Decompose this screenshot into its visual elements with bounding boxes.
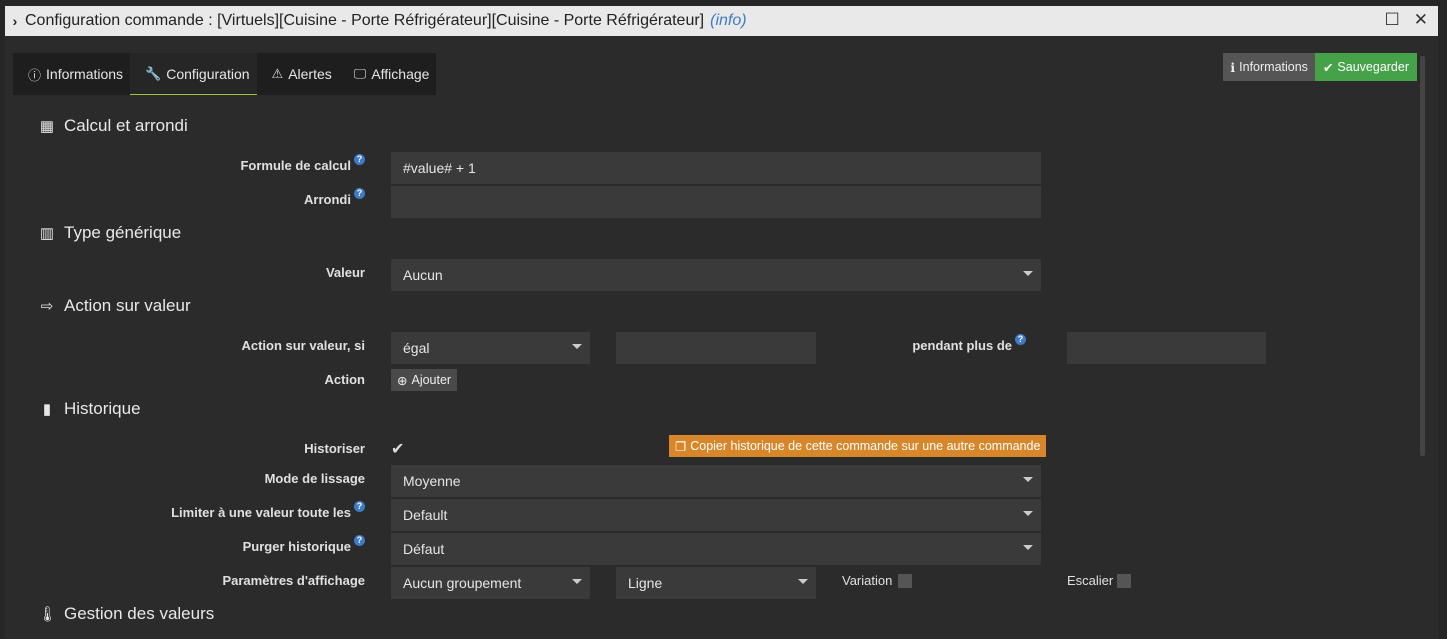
add-action-button[interactable]: ⊕ Ajouter <box>391 369 458 391</box>
tab-informations[interactable]: ⓘ Informations <box>13 53 130 95</box>
wrench-icon: 🔧 <box>145 65 162 81</box>
valeur-select[interactable]: Aucun <box>391 259 1041 291</box>
lissage-select[interactable]: Moyenne <box>391 465 1041 497</box>
plus-circle-icon: ⊕ <box>397 373 408 388</box>
scrollbar[interactable] <box>1420 56 1425 456</box>
section-type: ▥ Type générique <box>39 223 182 242</box>
formule-label: Formule de calcul? <box>155 154 365 173</box>
variation-label: Variation <box>842 573 893 588</box>
informations-button[interactable]: ℹ Informations <box>1223 53 1315 81</box>
tab-affichage[interactable]: 🖵 Affichage <box>339 53 437 95</box>
info-tag: (info) <box>710 12 747 29</box>
tab-bar: ⓘ Informations 🔧 Configuration ⚠ Alertes 🖵 A… <box>13 53 437 95</box>
section-gestion: 🌡 Gestion des valeurs <box>38 604 215 623</box>
close-icon[interactable]: ✕ <box>1414 10 1428 30</box>
purger-select[interactable]: Défaut <box>391 533 1041 565</box>
sign-out-icon: ⇨ <box>40 298 54 315</box>
groupement-select[interactable]: Aucun groupement <box>391 567 590 599</box>
pendant-label: pendant plus de? <box>865 334 1026 353</box>
action-label: Action <box>324 372 365 387</box>
arrondi-label: Arrondi? <box>155 188 365 207</box>
chevron-icon[interactable]: › <box>5 13 25 29</box>
lissage-label: Mode de lissage <box>264 471 365 486</box>
copy-icon: ❐ <box>675 439 687 454</box>
help-icon[interactable]: ? <box>354 501 365 512</box>
caret-down-icon <box>1023 271 1033 276</box>
caret-down-icon <box>572 344 582 349</box>
tab-alertes[interactable]: ⚠ Alertes <box>257 53 339 95</box>
action-si-select[interactable]: égal <box>391 332 590 364</box>
section-action: ⇨ Action sur valeur <box>38 296 191 316</box>
monitor-icon: 🖵 <box>353 66 367 81</box>
building-icon: ▥ <box>39 225 55 242</box>
save-button[interactable]: ✔ Sauvegarder <box>1314 53 1417 81</box>
maximize-icon[interactable]: ☐ <box>1385 10 1400 30</box>
caret-down-icon <box>798 579 808 584</box>
historiser-checkbox[interactable]: ✔ <box>391 439 404 459</box>
pendant-input[interactable] <box>1067 332 1266 364</box>
limiter-select[interactable]: Default <box>391 499 1041 531</box>
action-si-label: Action sur valeur, si <box>241 338 365 353</box>
modal-title: Configuration commande : [Virtuels][Cuis… <box>25 12 705 29</box>
arrondi-input[interactable] <box>391 186 1041 218</box>
affichage-label: Paramètres d'affichage <box>222 573 365 588</box>
action-si-input[interactable] <box>616 332 816 364</box>
historiser-label: Historiser <box>304 441 365 456</box>
help-icon[interactable]: ? <box>354 154 365 165</box>
caret-down-icon <box>1023 511 1033 516</box>
formule-input[interactable]: #value# + 1 <box>391 152 1041 184</box>
limiter-label: Limiter à une valeur toute les? <box>155 501 365 520</box>
help-icon[interactable]: ? <box>354 188 365 199</box>
caret-down-icon <box>572 579 582 584</box>
caret-down-icon <box>1023 477 1033 482</box>
tab-configuration[interactable]: 🔧 Configuration <box>130 53 257 95</box>
thermometer-icon: 🌡 <box>38 606 58 623</box>
info-icon: ℹ <box>1230 60 1236 75</box>
valeur-label: Valeur <box>325 265 365 280</box>
copy-history-button[interactable]: ❐ Copier historique de cette commande sur… <box>669 435 1047 457</box>
purger-label: Purger historique? <box>155 535 365 554</box>
help-icon[interactable]: ? <box>354 535 365 546</box>
section-historique: ▮ Historique <box>38 399 141 419</box>
section-calcul: ▦ Calcul et arrondi <box>39 116 188 135</box>
variation-checkbox[interactable] <box>898 574 912 588</box>
check-circle-icon: ✔ <box>1322 60 1334 75</box>
warning-icon: ⚠ <box>271 66 284 81</box>
type-graph-select[interactable]: Ligne <box>616 567 816 599</box>
caret-down-icon <box>1023 545 1033 550</box>
escalier-checkbox[interactable] <box>1117 574 1131 588</box>
help-icon[interactable]: ? <box>1015 334 1026 345</box>
bar-chart-icon: ▮ <box>42 401 52 418</box>
info-circle-icon: ⓘ <box>28 67 42 83</box>
table-icon: ▦ <box>39 118 55 135</box>
config-modal: › Configuration commande : [Virtuels][Cu… <box>5 6 1438 639</box>
modal-titlebar: › Configuration commande : [Virtuels][Cu… <box>5 6 1438 36</box>
